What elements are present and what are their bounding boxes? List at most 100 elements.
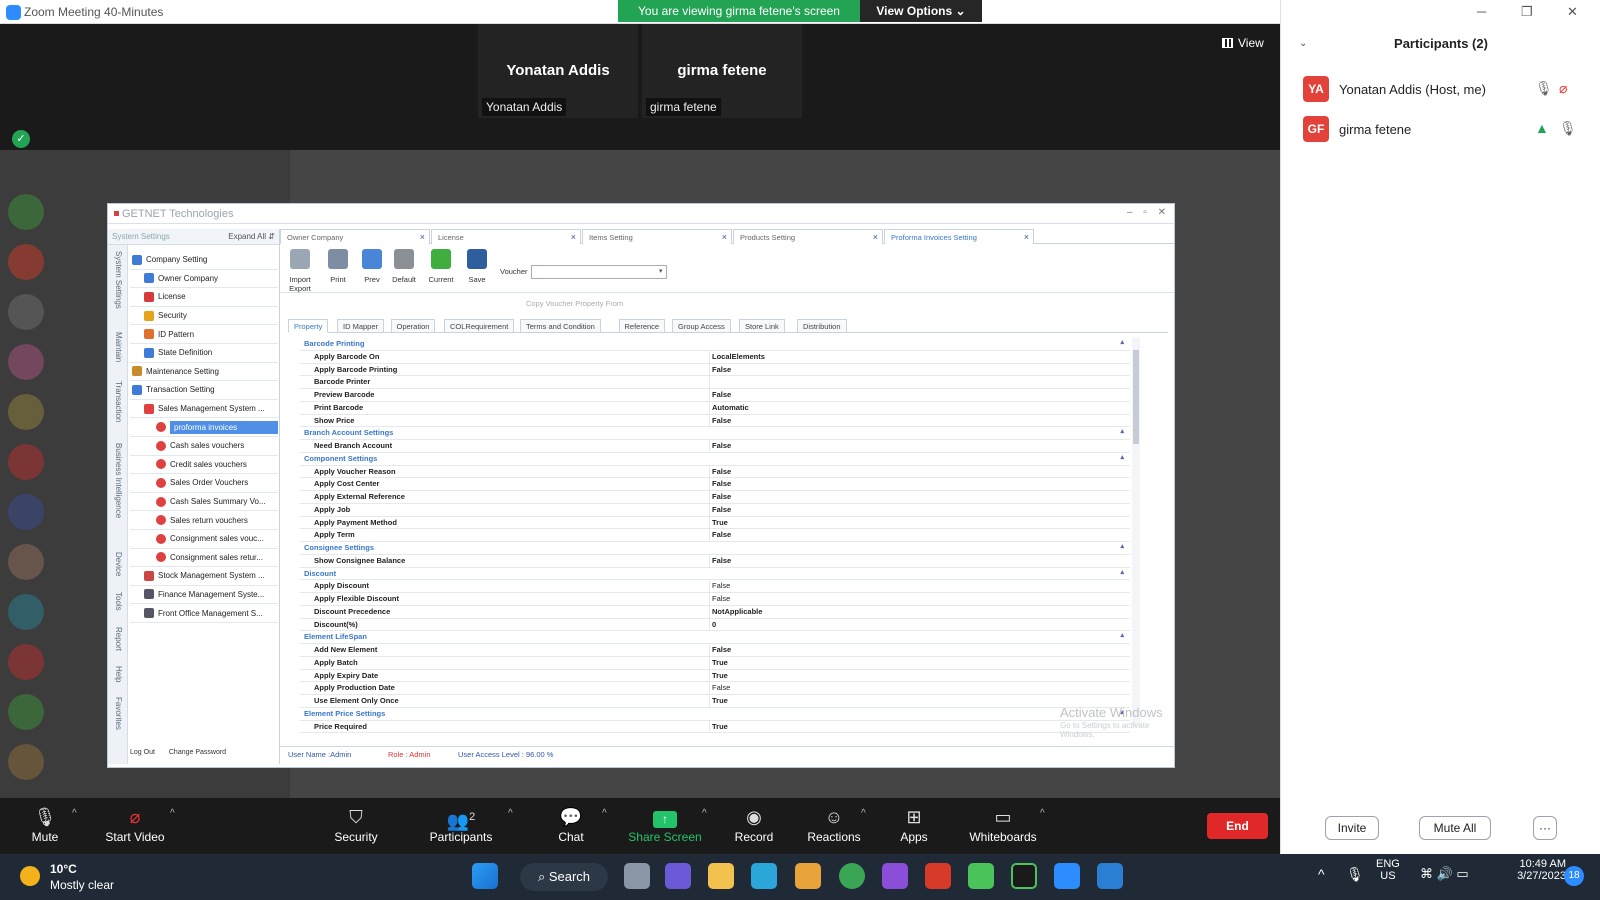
chevron-up-icon[interactable]: ▴ — [1120, 427, 1124, 435]
property-tab[interactable]: Property — [288, 319, 329, 333]
grid-row[interactable]: Add New Element False — [300, 644, 1130, 657]
encryption-shield-icon[interactable]: ✓ — [12, 130, 30, 148]
tree-node[interactable]: Stock Management System ... — [130, 567, 278, 586]
microphone-icon[interactable]: 🎙 — [1535, 80, 1553, 97]
tree-node[interactable]: ID Pattern — [130, 325, 278, 344]
close-icon[interactable]: × — [420, 232, 425, 242]
property-value[interactable]: LocalElements — [710, 351, 1130, 363]
grid-row[interactable]: Apply Batch True — [300, 656, 1130, 670]
tree-node[interactable]: Maintenance Setting — [130, 363, 278, 382]
file-explorer-icon[interactable] — [708, 863, 734, 889]
video-thumbnail[interactable]: girma fetene girma fetene — [642, 24, 802, 118]
grid-row[interactable]: Barcode Printer — [300, 376, 1130, 389]
property-value[interactable]: Automatic — [710, 402, 1130, 414]
participants-button[interactable]: 👥2 Participants ^ — [416, 806, 513, 844]
grid-row[interactable]: Apply Barcode On LocalElements — [300, 350, 1130, 364]
property-value[interactable]: False — [710, 555, 1130, 567]
participant-row[interactable]: YA Yonatan Addis (Host, me) 🎙 ⌀ — [1303, 76, 1593, 104]
start-video-button[interactable]: ⌀ Start Video ^ — [90, 806, 180, 844]
document-tab[interactable]: Proforma Invoices Setting × — [884, 229, 1034, 244]
close-icon[interactable]: × — [873, 232, 878, 242]
app-window-controls[interactable]: ‒ ▫ ✕ — [1127, 207, 1170, 218]
grid-row[interactable]: Apply Job False — [300, 503, 1130, 517]
grid-row[interactable]: Apply Expiry Date True — [300, 669, 1130, 683]
vertical-tab[interactable]: System Settings — [114, 251, 123, 309]
visual-studio-icon[interactable] — [882, 863, 908, 889]
microphone-icon[interactable]: 🎙 — [1346, 866, 1364, 883]
grid-category[interactable]: Discount ▴ — [300, 567, 1130, 581]
chevron-up-icon[interactable]: ▴ — [1120, 568, 1124, 576]
vertical-tab[interactable]: Maintain — [114, 332, 123, 362]
property-value[interactable]: False — [710, 593, 1130, 605]
chevron-up-icon[interactable]: ^ — [508, 808, 513, 819]
grid-row[interactable]: Apply Flexible Discount False — [300, 593, 1130, 606]
tree-node[interactable]: Company Setting — [130, 251, 278, 270]
property-tab[interactable]: ID Mapper — [337, 319, 385, 333]
language-indicator[interactable]: ENG US — [1376, 858, 1400, 882]
grid-row[interactable]: Discount Precedence NotApplicable — [300, 605, 1130, 619]
chrome-icon[interactable] — [839, 863, 865, 889]
grid-category[interactable]: Consignee Settings ▴ — [300, 542, 1130, 555]
tree-node[interactable]: Cash Sales Summary Vo... — [130, 493, 278, 512]
tree-node[interactable]: State Definition — [130, 344, 278, 363]
vertical-tab[interactable]: Help — [114, 666, 123, 682]
log-out-link[interactable]: Log Out — [130, 749, 155, 756]
invite-button[interactable]: Invite — [1325, 816, 1379, 840]
property-tab[interactable]: Reference — [618, 319, 666, 333]
change-password-link[interactable]: Change Password — [169, 749, 226, 756]
grid-row[interactable]: Apply Payment Method True — [300, 516, 1130, 530]
chevron-up-icon[interactable]: ^ — [861, 808, 866, 819]
clock[interactable]: 10:49 AM 3/27/2023 — [1496, 858, 1566, 882]
security-button[interactable]: ⛉ Security — [311, 806, 401, 844]
property-value[interactable]: False — [710, 478, 1130, 490]
property-tab[interactable]: Operation — [390, 319, 436, 333]
tree-node[interactable]: Front Office Management S... — [130, 604, 278, 623]
grid-category[interactable]: Barcode Printing ▴ — [300, 338, 1130, 351]
property-value[interactable]: False — [710, 529, 1130, 541]
property-value[interactable]: True — [710, 670, 1130, 682]
grid-row[interactable]: Apply Voucher Reason False — [300, 465, 1130, 479]
document-tab[interactable]: Products Setting × — [733, 229, 883, 244]
property-value[interactable]: False — [710, 440, 1130, 452]
property-value[interactable]: False — [710, 504, 1130, 516]
property-value[interactable]: False — [710, 415, 1130, 427]
tree-node[interactable]: Sales Management System ... — [130, 400, 278, 419]
chevron-up-icon[interactable]: ^ — [602, 808, 607, 819]
property-value[interactable]: False — [710, 389, 1130, 401]
video-thumbnail[interactable]: Yonatan Addis Yonatan Addis — [478, 24, 638, 118]
close-icon[interactable]: × — [722, 232, 727, 242]
app-icon[interactable] — [968, 863, 994, 889]
property-value[interactable]: False — [710, 364, 1130, 376]
toolbar-button[interactable]: Default — [388, 249, 420, 284]
whiteboards-button[interactable]: ▭ Whiteboards ^ — [958, 806, 1048, 844]
start-icon[interactable] — [472, 863, 498, 889]
property-value[interactable]: False — [710, 682, 1130, 694]
grid-row[interactable]: Apply Barcode Printing False — [300, 363, 1130, 377]
tree-node[interactable]: Sales Order Vouchers — [130, 474, 278, 493]
tree-node[interactable]: License — [130, 288, 278, 307]
grid-category[interactable]: Component Settings ▴ — [300, 452, 1130, 466]
tree-node[interactable]: Finance Management Syste... — [130, 586, 278, 605]
vertical-tab[interactable]: Tools — [114, 592, 123, 611]
grid-row[interactable]: Price Required True — [300, 720, 1130, 734]
end-meeting-button[interactable]: End — [1207, 813, 1268, 839]
grid-category[interactable]: Element LifeSpan ▴ — [300, 631, 1130, 644]
apps-button[interactable]: ⊞ Apps — [869, 806, 959, 844]
pycharm-icon[interactable] — [1011, 863, 1037, 889]
chevron-up-icon[interactable]: ^ — [702, 808, 707, 819]
property-tab[interactable]: Distribution — [797, 319, 847, 333]
grid-row[interactable]: Preview Barcode False — [300, 389, 1130, 402]
chat-button[interactable]: 💬 Chat ^ — [526, 806, 616, 844]
toolbar-button[interactable]: Print — [322, 249, 354, 284]
restore-icon[interactable]: ❐ — [1521, 4, 1533, 20]
property-tab[interactable]: COLRequirement — [444, 319, 515, 333]
reactions-button[interactable]: ☺ Reactions ^ — [789, 806, 879, 844]
voucher-dropdown[interactable] — [530, 265, 667, 279]
scrollbar-thumb[interactable] — [1133, 350, 1139, 444]
toolbar-button[interactable]: Save — [461, 249, 493, 284]
video-off-icon[interactable]: ⌀ — [1559, 80, 1567, 97]
chevron-up-icon[interactable]: ▴ — [1120, 542, 1124, 550]
view-options-button[interactable]: View Options ⌄ — [860, 0, 982, 22]
notification-badge[interactable]: 18 — [1564, 866, 1584, 886]
grid-row[interactable]: Apply Cost Center False — [300, 478, 1130, 491]
